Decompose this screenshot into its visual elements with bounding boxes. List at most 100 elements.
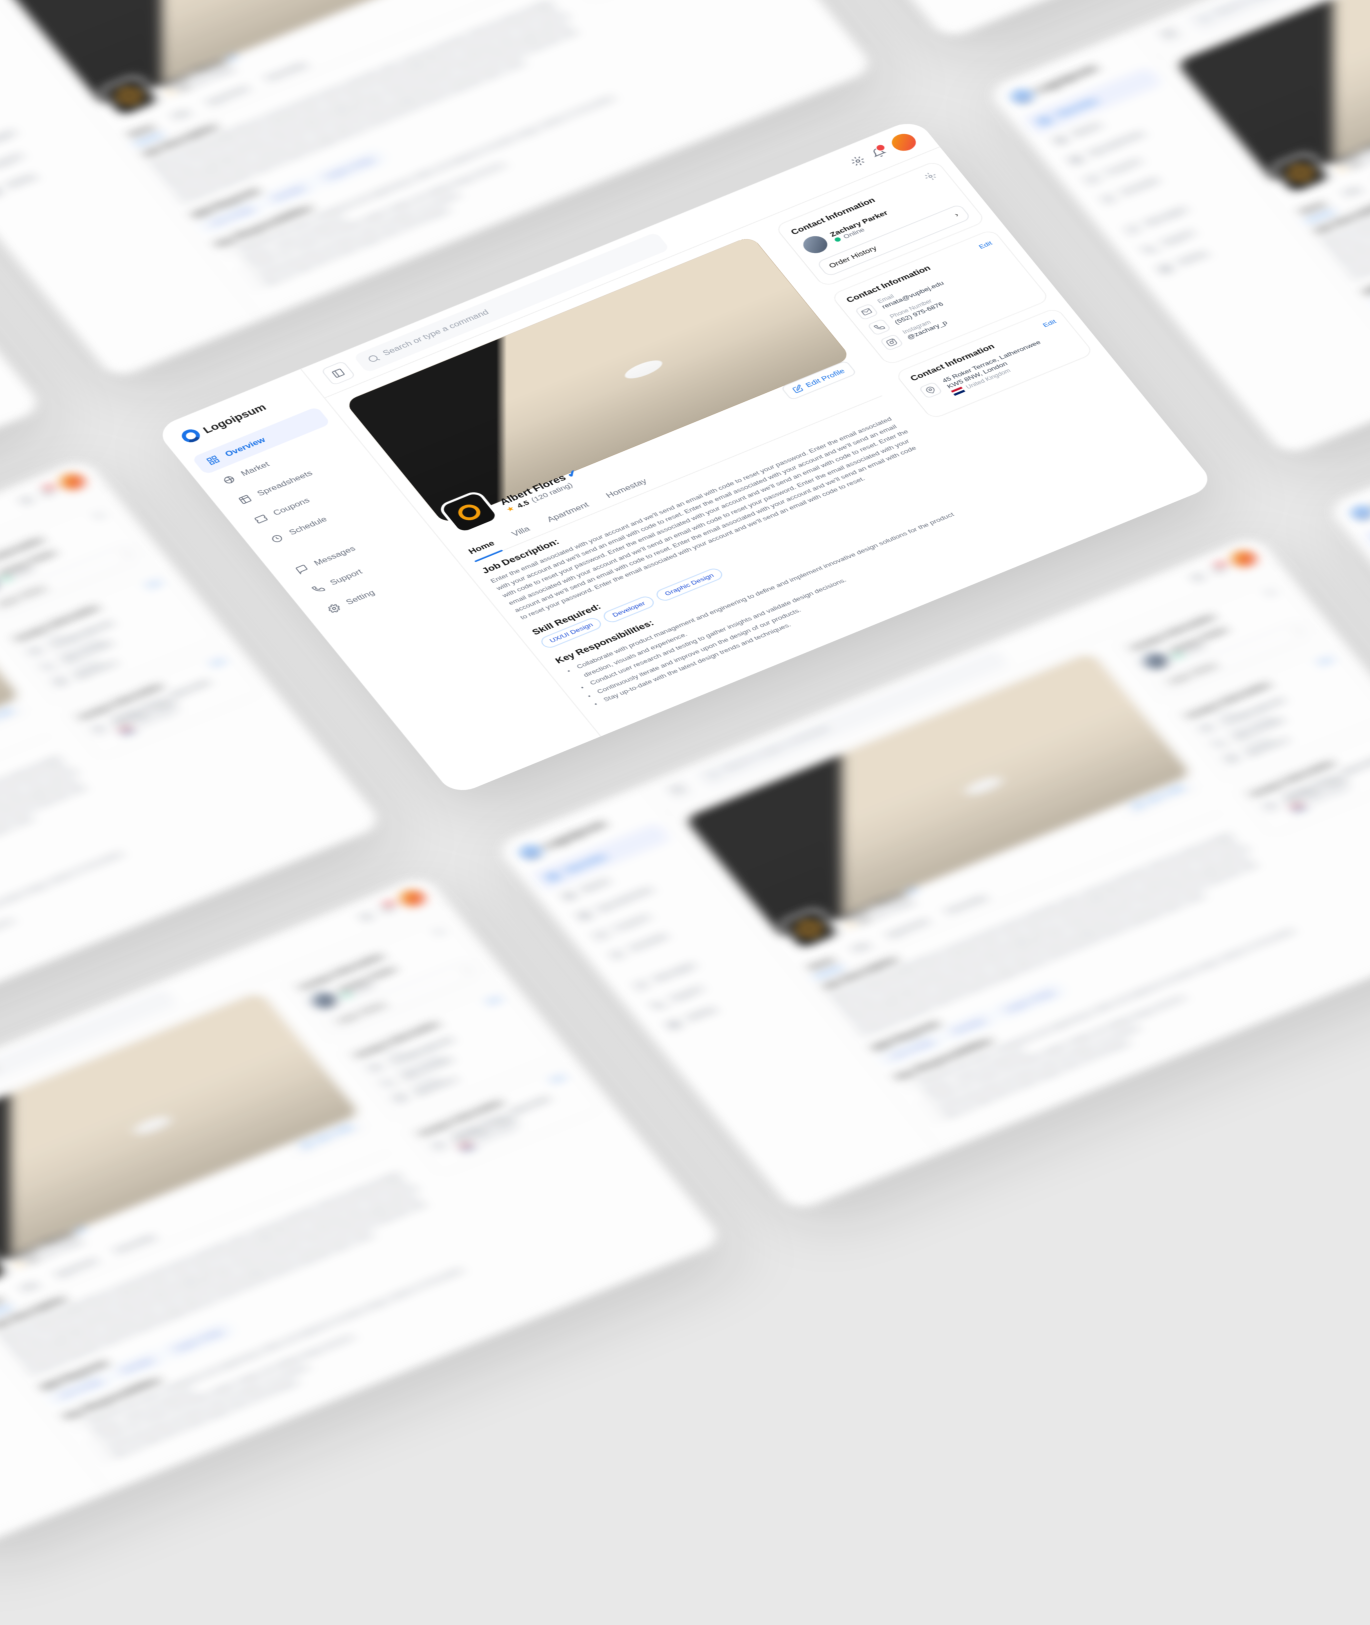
tab-home[interactable]: Home <box>462 535 502 562</box>
dashboard-icon <box>1035 114 1054 128</box>
gear-icon[interactable] <box>1262 586 1278 598</box>
collapse-sidebar-button[interactable] <box>320 360 356 385</box>
settings-button[interactable] <box>357 909 376 923</box>
support-icon <box>649 998 668 1012</box>
edit-contact-link[interactable]: Edit <box>146 579 162 589</box>
perspective-gallery: // We'll build the tile markup once and … <box>0 0 1370 1625</box>
phone-icon <box>375 1074 400 1091</box>
avatar[interactable] <box>1227 546 1260 569</box>
profile-rating: 4.5 <box>515 498 531 509</box>
avatar[interactable] <box>396 886 429 909</box>
collapse-icon <box>1161 27 1177 39</box>
settings-button[interactable] <box>17 493 36 507</box>
pencil-icon <box>300 1139 314 1149</box>
coupon-icon <box>252 512 271 526</box>
star-icon: ★ <box>13 1260 25 1270</box>
sidebar-item-setting[interactable]: Setting <box>312 554 452 622</box>
search-icon <box>705 769 721 781</box>
tab-villa[interactable]: Villa <box>505 520 537 543</box>
star-icon: ★ <box>504 504 516 514</box>
settings-button[interactable] <box>1188 570 1207 584</box>
edit-contact-link[interactable]: Edit <box>1317 656 1333 666</box>
dashboard-icon <box>204 453 223 467</box>
edit-contact-link[interactable]: Edit <box>977 239 993 249</box>
mail-icon <box>363 1058 388 1075</box>
sidebar-item-overview[interactable]: Overview <box>531 822 671 890</box>
edit-address-link[interactable]: Edit <box>210 657 226 667</box>
brand-name: Logoipsum <box>200 401 268 435</box>
clock-icon <box>608 948 627 962</box>
order-history-label: Order History <box>827 244 878 269</box>
phone-icon <box>867 318 892 335</box>
sidebar-item-label: Schedule <box>627 931 669 952</box>
message-icon <box>293 562 312 576</box>
order-history-label: Order History <box>336 1000 387 1025</box>
sidebar-item-label: Support <box>0 151 24 170</box>
phone-icon <box>35 657 60 674</box>
brand-logo: Logoipsum <box>1345 461 1370 523</box>
tab-apartment[interactable]: Apartment <box>541 496 597 529</box>
sidebar-item-label: Schedule <box>1119 175 1161 196</box>
pin-icon <box>87 720 112 737</box>
tab-homestay[interactable]: Homestay <box>600 472 655 505</box>
notifications-button[interactable] <box>37 484 56 498</box>
gear-icon[interactable] <box>91 509 107 521</box>
address-line-2: KW5 8NW, London <box>454 1100 555 1145</box>
sidebar-item-overview[interactable]: Overview <box>191 406 331 474</box>
logo-icon <box>1350 504 1370 521</box>
pin-icon <box>918 381 943 398</box>
tab-home[interactable]: Home <box>1294 195 1334 222</box>
spreadsheet-icon <box>236 492 255 506</box>
pin-icon <box>1258 797 1283 814</box>
status-dot-icon <box>2 576 10 582</box>
contact-avatar <box>307 988 340 1011</box>
order-history-label: Order History <box>0 583 47 608</box>
spreadsheet-icon <box>576 909 595 923</box>
market-icon <box>220 473 239 487</box>
sidebar-item-label: Market <box>239 460 271 478</box>
address-line-2: KW5 8NW, London <box>114 684 215 729</box>
collapse-sidebar-button[interactable] <box>1152 20 1188 45</box>
avatar[interactable] <box>56 469 89 492</box>
notifications-button[interactable] <box>1209 561 1228 575</box>
avatar[interactable] <box>887 130 920 153</box>
star-icon: ★ <box>164 87 176 97</box>
search-icon <box>365 352 381 364</box>
order-history-label: Order History <box>1167 660 1218 685</box>
tab-villa[interactable]: Villa <box>14 1276 46 1299</box>
collapse-sidebar-button[interactable] <box>660 776 696 801</box>
edit-address-link[interactable]: Edit <box>550 1073 566 1083</box>
edit-address-link[interactable]: Edit <box>1041 318 1057 328</box>
edit-profile-label: Edit Profile <box>1144 783 1187 805</box>
tab-villa[interactable]: Villa <box>1337 181 1369 204</box>
search-icon <box>1197 13 1213 25</box>
tab-villa[interactable]: Villa <box>165 104 197 127</box>
sidebar-item-label: Support <box>1160 228 1196 247</box>
status-dot-icon <box>834 236 842 242</box>
clock-icon <box>1099 192 1118 206</box>
spreadsheet-icon <box>1067 153 1086 167</box>
instagram-icon <box>48 673 73 690</box>
sidebar-item-label: Setting <box>344 588 376 606</box>
notifications-button[interactable] <box>377 901 396 915</box>
chevron-right-icon: › <box>121 550 129 557</box>
gear-icon[interactable] <box>922 170 938 182</box>
tab-villa[interactable]: Villa <box>845 937 877 960</box>
tab-home[interactable]: Home <box>122 118 162 145</box>
dashboard-icon <box>544 869 563 883</box>
chevron-right-icon: › <box>461 966 469 973</box>
coupon-icon <box>1083 172 1102 186</box>
settings-icon <box>0 185 4 199</box>
tab-home[interactable]: Home <box>802 951 842 978</box>
tab-home[interactable]: Home <box>0 1290 11 1317</box>
flag-icon <box>120 726 134 735</box>
pin-icon <box>427 1137 452 1154</box>
settings-icon <box>1156 262 1175 276</box>
pencil-icon <box>792 383 806 393</box>
gear-icon[interactable] <box>431 926 447 938</box>
settings-button[interactable] <box>848 153 867 167</box>
mail-icon <box>1194 719 1219 736</box>
edit-contact-link[interactable]: Edit <box>486 995 502 1005</box>
notifications-button[interactable] <box>869 145 888 159</box>
edit-profile-label: Edit Profile <box>0 706 15 728</box>
